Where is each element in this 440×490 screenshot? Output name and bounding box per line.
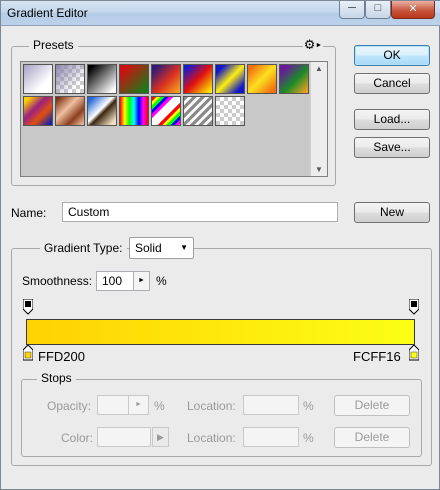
maximize-icon: □	[374, 2, 382, 14]
preset-swatch-spectrum[interactable]	[119, 96, 149, 126]
opacity-slider-toggle[interactable]: ►	[129, 395, 149, 415]
preset-swatch-red-green[interactable]	[119, 64, 149, 94]
stops-label: Stops	[37, 371, 76, 385]
scroll-down-icon[interactable]: ▼	[311, 165, 327, 174]
preset-swatch-copper[interactable]	[55, 96, 85, 126]
opacity-location-label: Location:	[187, 399, 236, 413]
window-title: Gradient Editor	[7, 6, 88, 20]
opacity-label: Opacity:	[47, 399, 92, 413]
color-location-input[interactable]	[243, 427, 299, 447]
color-stop-marker[interactable]	[22, 344, 34, 361]
load-button[interactable]: Load...	[354, 109, 430, 130]
opacity-stop-marker[interactable]	[22, 298, 34, 315]
color-picker-toggle[interactable]: ▶	[152, 427, 169, 447]
minimize-icon: ─	[348, 2, 356, 14]
close-icon: ✕	[408, 3, 418, 15]
preset-swatch-transparent-stripes[interactable]	[183, 96, 213, 126]
color-label: Color:	[61, 431, 94, 445]
preset-swatch-blue-yellow-blue[interactable]	[215, 64, 245, 94]
name-input[interactable]: Custom	[62, 202, 338, 222]
scroll-up-icon[interactable]: ▲	[311, 64, 327, 73]
color-stop-marker[interactable]	[408, 344, 420, 361]
play-icon: ▶	[157, 432, 164, 442]
gradient-type-label: Gradient Type:	[40, 241, 127, 255]
presets-swatch-panel	[20, 61, 328, 177]
color-location-label: Location:	[187, 431, 236, 445]
smoothness-unit: %	[156, 274, 167, 288]
opacity-unit: %	[154, 399, 165, 413]
opacity-location-input[interactable]	[243, 395, 299, 415]
preset-swatch-blue-red-yellow[interactable]	[183, 64, 213, 94]
presets-scrollbar[interactable]: ▲ ▼	[310, 62, 327, 176]
gradient-editor-window: Gradient Editor ─ □ ✕ Presets ⚙► ▲ ▼ OK …	[0, 0, 440, 490]
preset-swatch-chrome[interactable]	[87, 96, 117, 126]
name-label: Name:	[11, 206, 47, 220]
preset-swatch-transparent-rainbow[interactable]	[151, 96, 181, 126]
preset-swatch-violet-green-orange[interactable]	[279, 64, 309, 94]
save-button[interactable]: Save...	[354, 137, 430, 158]
color-delete-button[interactable]: Delete	[334, 427, 410, 448]
gradient-type-select[interactable]: Solid ▼	[129, 237, 194, 259]
color-stop-end-hex: FCFF16	[353, 349, 401, 364]
gear-icon[interactable]: ⚙►	[303, 37, 323, 53]
preset-swatch-orange-yellow-orange[interactable]	[247, 64, 277, 94]
smoothness-input[interactable]: 100	[96, 271, 134, 291]
maximize-button[interactable]: □	[365, 1, 391, 19]
gradient-type-value: Solid	[135, 241, 162, 255]
arrow-right-icon: ►	[138, 277, 145, 284]
opacity-location-unit: %	[303, 399, 314, 413]
presets-label: Presets	[29, 38, 78, 52]
arrow-right-icon: ►	[135, 401, 142, 408]
preset-swatch-black-white[interactable]	[87, 64, 117, 94]
preset-swatch-foreground-to-background[interactable]	[23, 64, 53, 94]
new-button[interactable]: New	[354, 202, 430, 223]
preset-swatch-violet-orange[interactable]	[151, 64, 181, 94]
color-location-unit: %	[303, 431, 314, 445]
preset-swatch-transparent[interactable]	[215, 96, 245, 126]
ok-button[interactable]: OK	[354, 45, 430, 66]
color-stop-start-hex: FFD200	[38, 349, 85, 364]
smoothness-slider-toggle[interactable]: ►	[134, 271, 150, 291]
preset-swatch-foreground-to-transparent[interactable]	[55, 64, 85, 94]
preset-swatch-yellow-violet-orange-blue[interactable]	[23, 96, 53, 126]
minimize-button[interactable]: ─	[339, 1, 365, 19]
opacity-delete-button[interactable]: Delete	[334, 395, 410, 416]
title-bar[interactable]: Gradient Editor ─ □ ✕	[1, 1, 440, 26]
close-button[interactable]: ✕	[391, 1, 435, 19]
gradient-preview-bar[interactable]	[26, 319, 415, 345]
cancel-button[interactable]: Cancel	[354, 73, 430, 94]
opacity-stop-marker[interactable]	[408, 298, 420, 315]
opacity-input[interactable]	[97, 395, 129, 415]
color-swatch-field[interactable]	[97, 427, 151, 447]
chevron-down-icon: ▼	[180, 243, 188, 252]
smoothness-label: Smoothness:	[22, 274, 93, 288]
